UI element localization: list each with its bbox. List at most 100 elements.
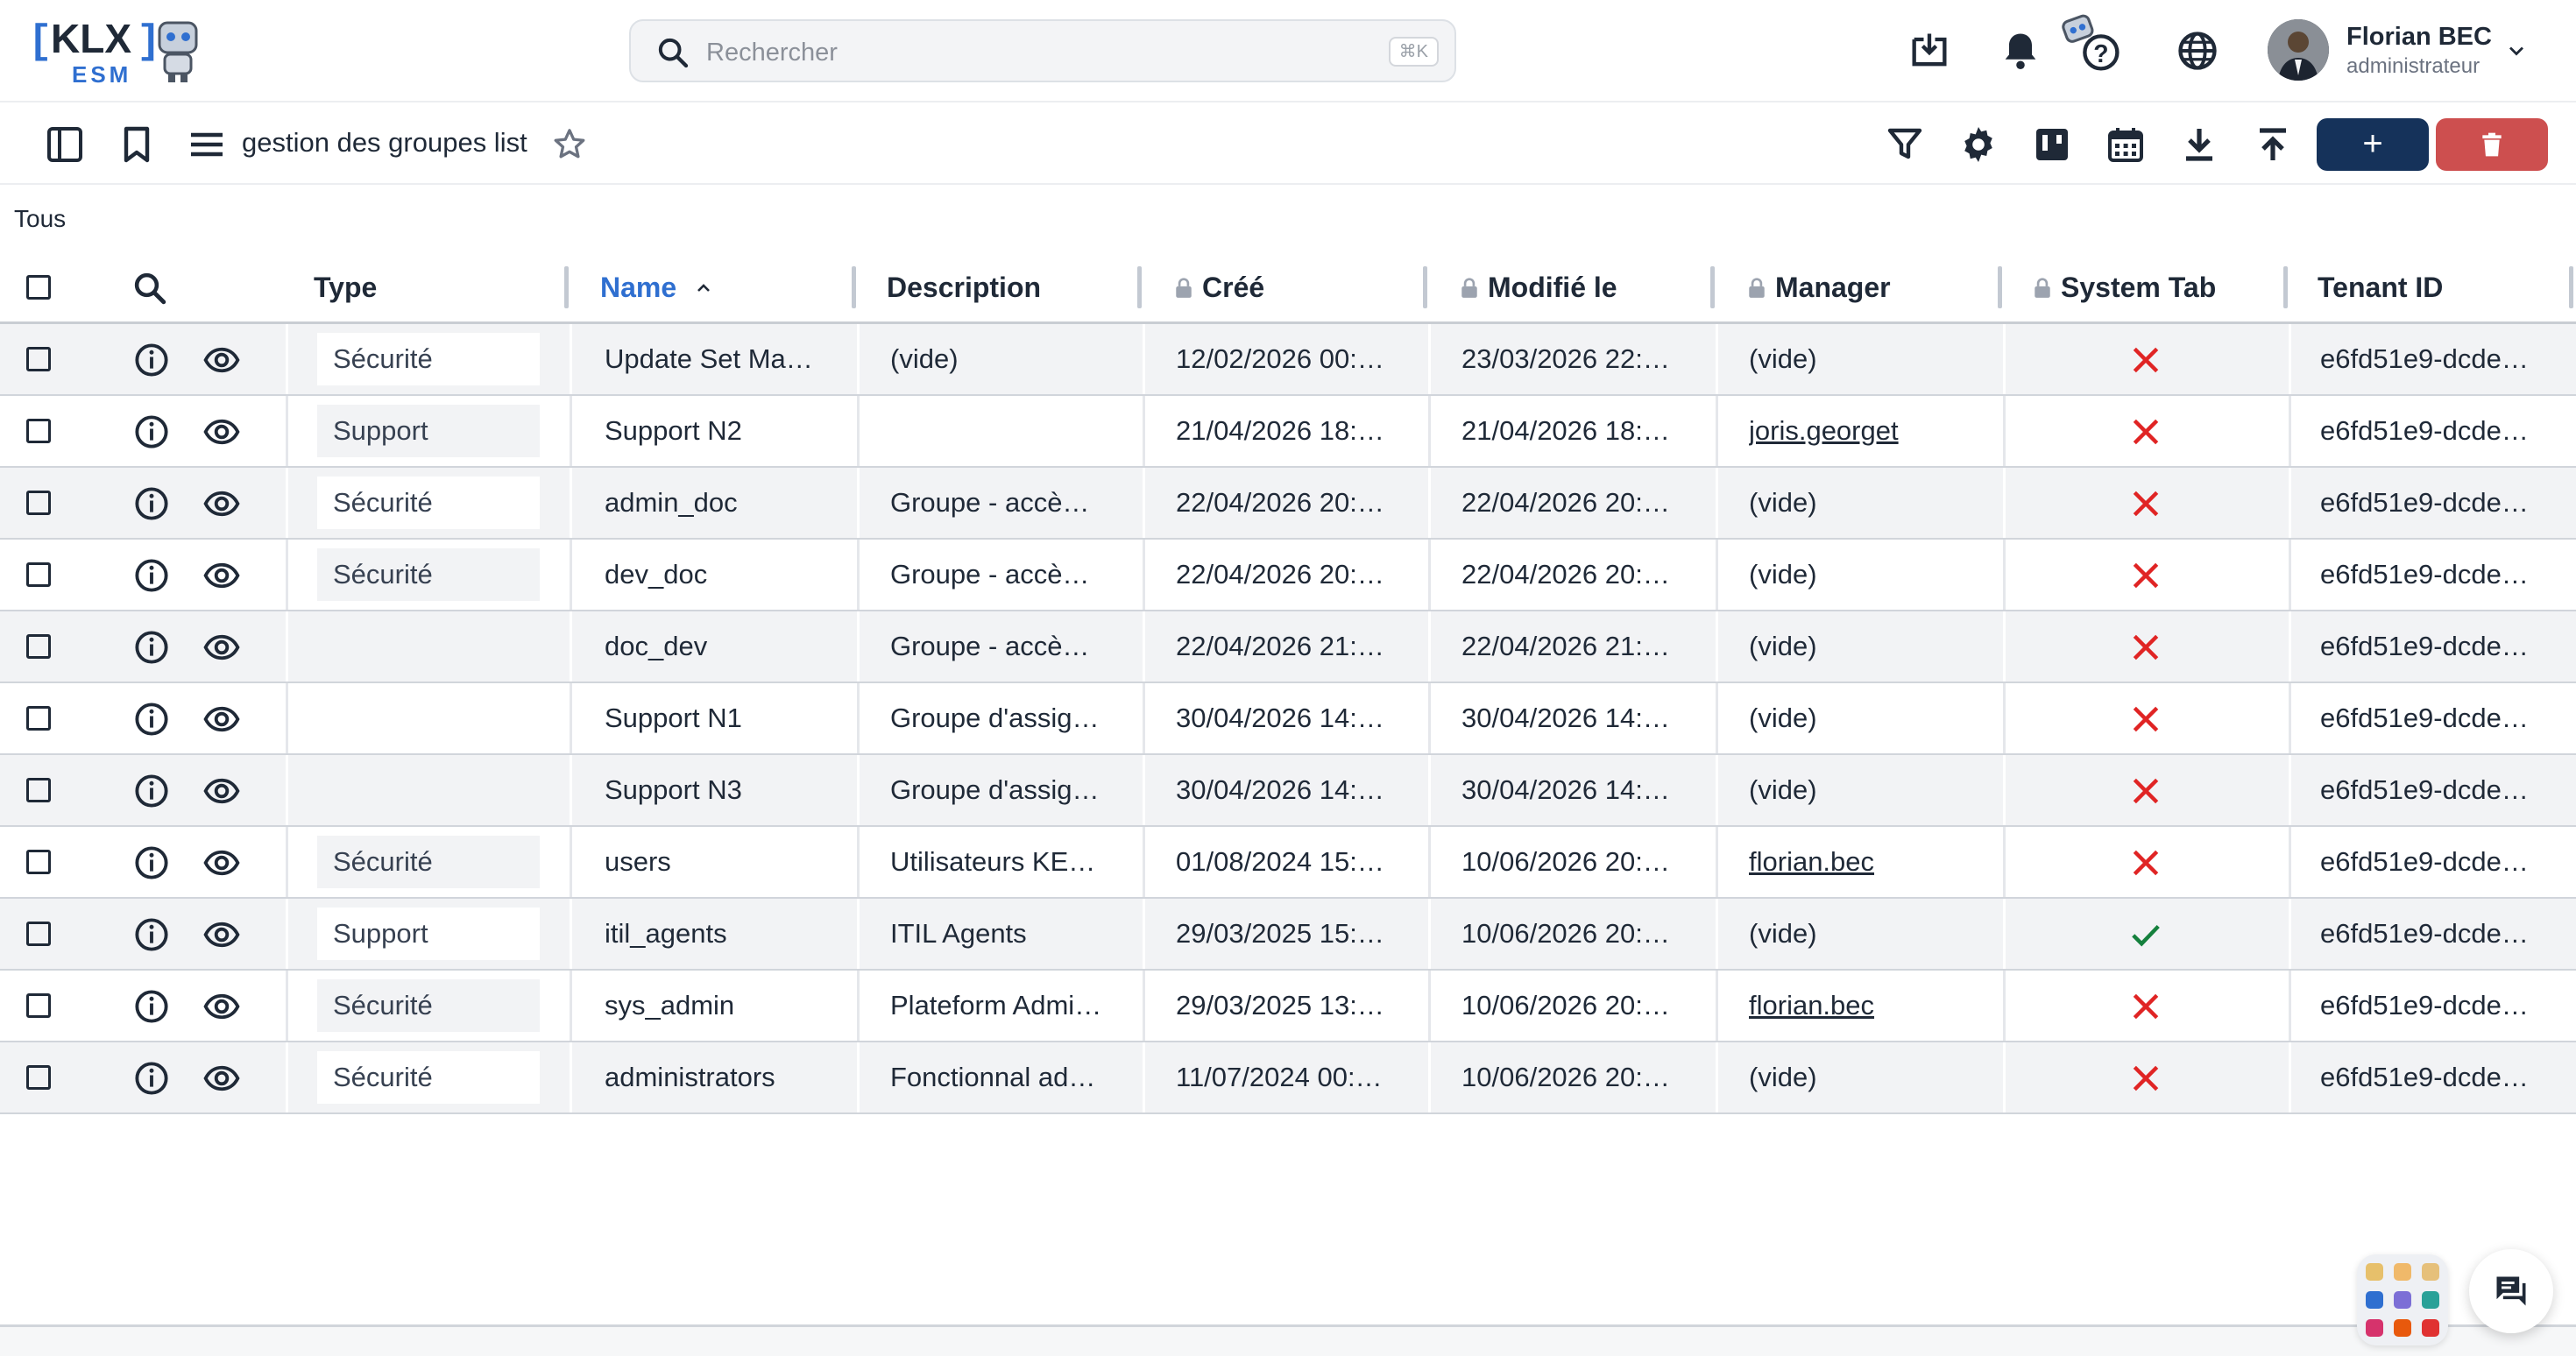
table-row[interactable]: Support Support N2 21/04/2026 18:… 21/04/20… [0,396,2576,468]
cell-divider [2289,468,2291,538]
column-header-manager[interactable]: Manager [1747,251,1992,324]
column-resizer[interactable] [2569,266,2573,308]
gear-icon[interactable] [1957,124,1999,166]
eye-icon[interactable] [203,1060,240,1097]
filter-icon[interactable] [1884,124,1926,166]
info-icon[interactable] [133,988,170,1025]
column-header-modified[interactable]: Modifié le [1460,251,1705,324]
row-checkbox[interactable] [26,993,51,1018]
eye-icon[interactable] [203,629,240,666]
eye-icon[interactable] [203,988,240,1025]
info-icon[interactable] [133,701,170,738]
table-row[interactable]: Sécurité dev_doc Groupe - accè… 22/04/2026 … [0,540,2576,611]
cell-divider [1716,468,1718,538]
info-icon[interactable] [133,773,170,809]
cell-divider [286,971,288,1041]
row-checkbox[interactable] [26,1065,51,1090]
info-icon[interactable] [133,629,170,666]
row-checkbox[interactable] [26,562,51,587]
info-icon[interactable] [133,844,170,881]
bookmark-icon[interactable] [116,124,158,166]
cell-divider [286,827,288,897]
table-row[interactable]: Sécurité Update Set Ma… (vide) 12/02/2026 0… [0,324,2576,396]
cell-divider [1716,540,1718,610]
eye-icon[interactable] [203,844,240,881]
eye-icon[interactable] [203,773,240,809]
avatar[interactable] [2268,19,2329,81]
add-record-button[interactable]: + [2317,118,2429,171]
cell-manager[interactable]: florian.bec [1749,827,1977,897]
eye-icon[interactable] [203,485,240,522]
row-checkbox[interactable] [26,419,51,443]
user-name[interactable]: Florian BEC [2346,23,2492,52]
row-checkbox[interactable] [26,347,51,371]
cell-manager[interactable]: joris.georget [1749,396,1977,466]
table-row[interactable]: Sécurité admin_doc Groupe - accè… 22/04/202… [0,468,2576,540]
column-search-icon[interactable] [131,270,168,307]
info-icon[interactable] [133,1060,170,1097]
info-icon[interactable] [133,342,170,378]
cell-divider [857,827,860,897]
eye-icon[interactable] [203,342,240,378]
sidebar-toggle-icon[interactable] [44,124,86,166]
column-header-tenant-id[interactable]: Tenant ID [2318,251,2545,324]
search-bar[interactable]: Rechercher ⌘K [629,19,1456,82]
bell-icon[interactable] [1998,28,2043,74]
table-row[interactable]: Support N3 Groupe d'assig… 30/04/2026 14:…… [0,755,2576,827]
star-icon[interactable] [550,125,589,164]
row-checkbox[interactable] [26,778,51,802]
install-app-icon[interactable] [1907,28,1952,74]
cell-modified: 22/04/2026 20:… [1461,487,1670,518]
info-icon[interactable] [133,916,170,953]
info-icon[interactable] [133,485,170,522]
eye-icon[interactable] [203,701,240,738]
cell-divider [857,971,860,1041]
list-scope-label[interactable]: Tous [14,205,66,233]
info-icon[interactable] [133,413,170,450]
row-checkbox[interactable] [26,634,51,659]
column-resizer[interactable] [1423,266,1427,308]
column-resizer[interactable] [1137,266,1142,308]
eye-icon[interactable] [203,557,240,594]
apps-grid-icon[interactable] [2357,1254,2448,1345]
row-checkbox[interactable] [26,491,51,515]
column-header-created[interactable]: Créé [1174,251,1419,324]
column-header-description[interactable]: Description [887,251,1132,324]
table-row[interactable]: Support N1 Groupe d'assig… 30/04/2026 14:…… [0,683,2576,755]
chevron-down-icon[interactable] [2504,39,2529,63]
eye-icon[interactable] [203,916,240,953]
table-row[interactable]: Support itil_agents ITIL Agents 29/03/2025 … [0,899,2576,971]
menu-icon[interactable] [186,124,228,166]
table-row[interactable]: Sécurité administrators Fonctionnal ad… 11/… [0,1042,2576,1114]
column-resizer[interactable] [1998,266,2002,308]
help-bot-icon[interactable]: ? [2059,11,2124,75]
table-row[interactable]: Sécurité sys_admin Plateform Admi… 29/03/20… [0,971,2576,1042]
column-resizer[interactable] [852,266,856,308]
column-resizer[interactable] [1710,266,1715,308]
cell-divider [2289,1042,2291,1112]
eye-icon[interactable] [203,413,240,450]
row-checkbox[interactable] [26,922,51,946]
table-row[interactable]: Sécurité users Utilisateurs KE… 01/08/2024 … [0,827,2576,899]
cell-divider [2003,611,2006,682]
kanban-icon[interactable] [2031,124,2073,166]
globe-icon[interactable] [2175,28,2220,74]
column-resizer[interactable] [2283,266,2288,308]
column-header-name[interactable]: Name [600,251,846,324]
column-header-type[interactable]: Type [314,251,559,324]
row-checkbox[interactable] [26,850,51,874]
info-icon[interactable] [133,557,170,594]
column-header-system-tab[interactable]: System Tab [2033,251,2222,324]
delete-button[interactable] [2436,118,2548,171]
row-checkbox[interactable] [26,706,51,731]
upload-icon[interactable] [2252,124,2294,166]
column-resizer[interactable] [564,266,569,308]
table-row[interactable]: doc_dev Groupe - accè… 22/04/2026 21:… 22/0… [0,611,2576,683]
chat-button[interactable] [2469,1249,2553,1333]
select-all-checkbox[interactable] [26,275,51,300]
download-icon[interactable] [2178,124,2220,166]
calendar-icon[interactable] [2105,124,2147,166]
cell-manager[interactable]: florian.bec [1749,971,1977,1041]
cell-divider [570,324,572,394]
klx-logo[interactable]: [ KLX ] ESM [28,16,212,88]
